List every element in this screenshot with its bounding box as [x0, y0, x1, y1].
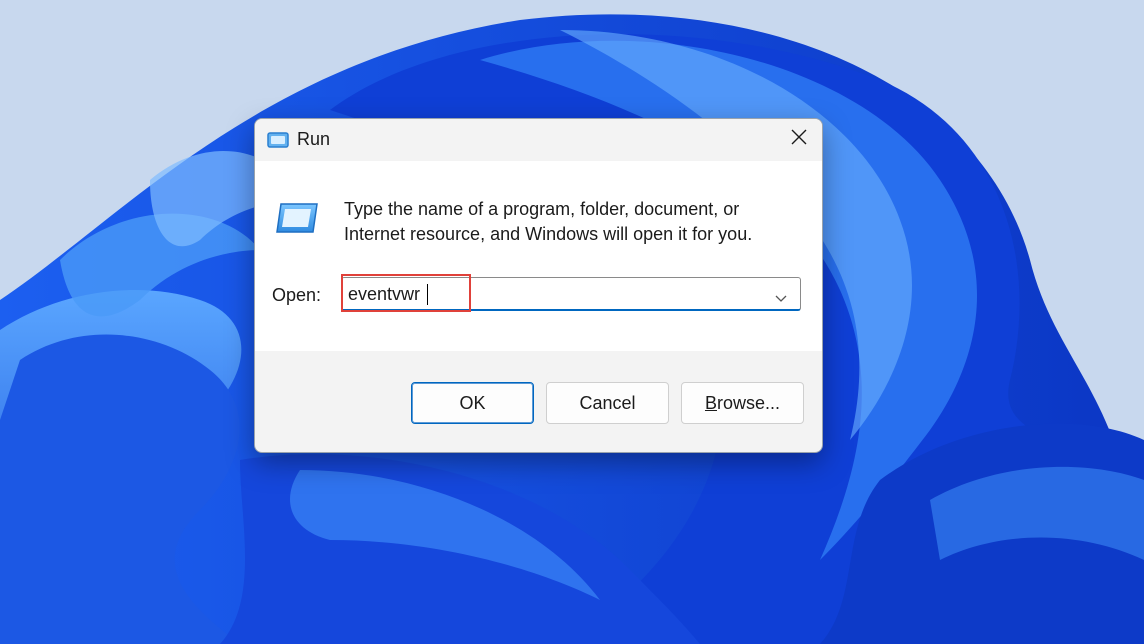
open-label: Open:	[272, 285, 322, 305]
browse-button-label: rowse...	[716, 392, 781, 413]
highlight-annotation	[341, 274, 471, 312]
chevron-down-icon[interactable]	[775, 290, 787, 308]
close-icon	[791, 129, 807, 150]
browse-accelerator: B	[704, 392, 717, 413]
dialog-title: Run	[297, 129, 331, 149]
cancel-button-label: Cancel	[579, 392, 636, 413]
dialog-description: Type the name of a program, folder, docu…	[344, 199, 753, 244]
run-icon	[267, 132, 289, 153]
ok-button-label: OK	[459, 392, 486, 413]
ok-button[interactable]: OK	[411, 382, 534, 424]
dialog-content: Type the name of a program, folder, docu…	[255, 161, 822, 351]
cancel-button[interactable]: Cancel	[546, 382, 669, 424]
browse-button[interactable]: Browse...	[681, 382, 804, 424]
run-icon	[275, 201, 319, 240]
close-button[interactable]	[775, 119, 822, 159]
run-dialog: Run Type the name of a program, folder, …	[254, 118, 823, 453]
title-bar[interactable]: Run	[255, 119, 822, 161]
